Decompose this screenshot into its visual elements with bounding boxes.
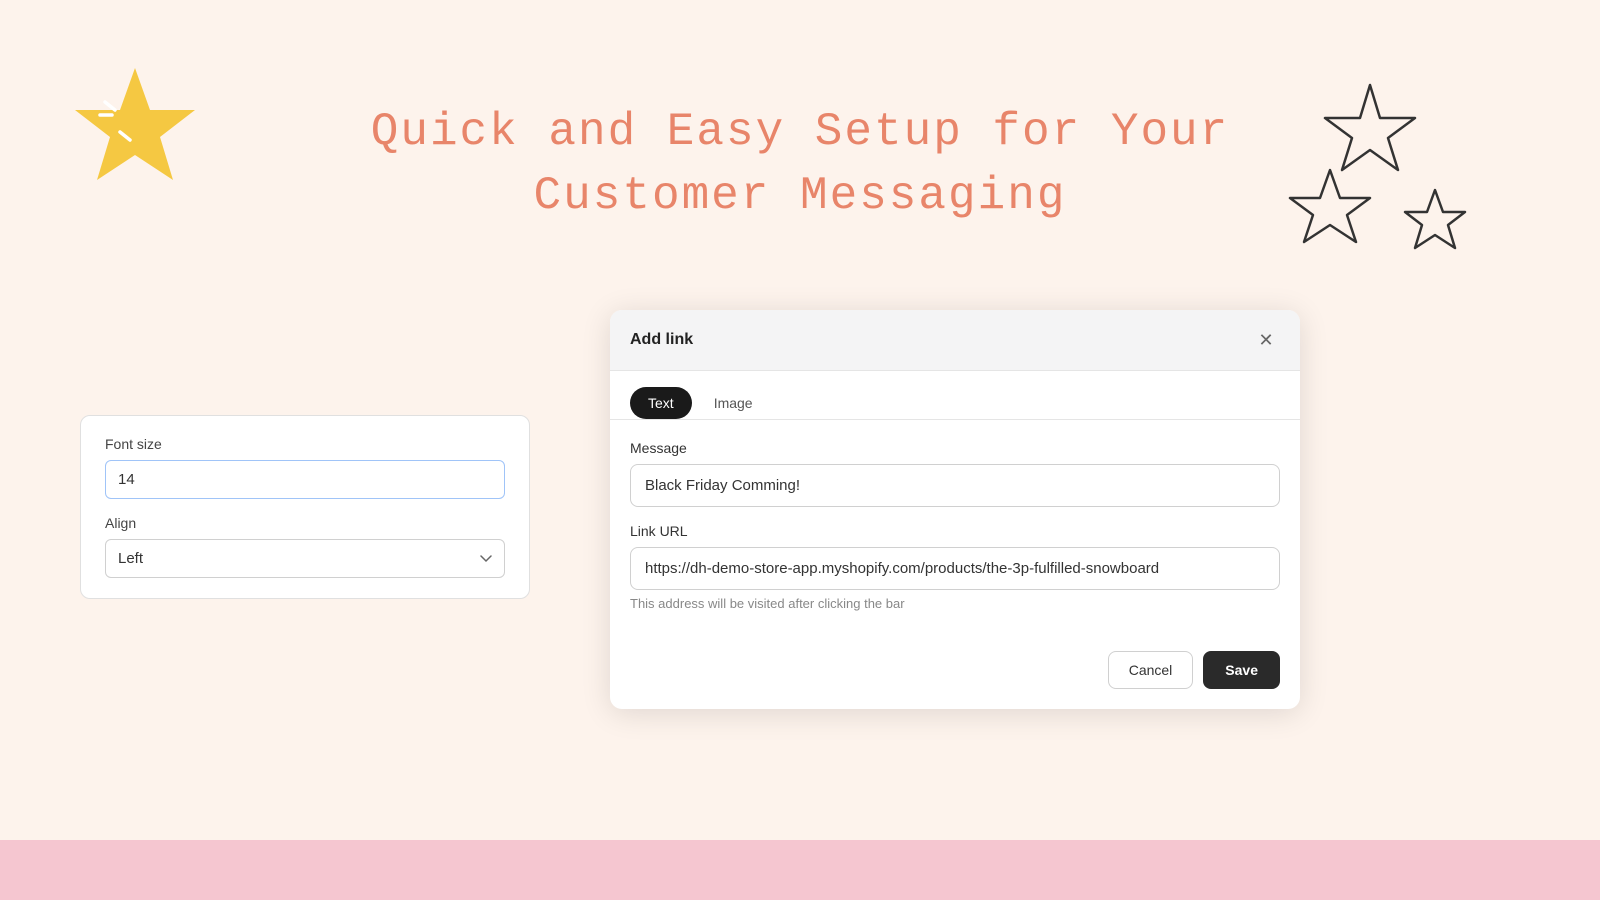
link-hint: This address will be visited after click… [630, 596, 1280, 611]
modal-tabs: Text Image [610, 371, 1300, 420]
page-title-container: Quick and Easy Setup for Your Customer M… [0, 100, 1600, 229]
title-line2: Customer Messaging [534, 170, 1067, 222]
modal-body: Message Link URL This address will be vi… [610, 420, 1300, 637]
font-size-label: Font size [105, 436, 505, 452]
tab-image[interactable]: Image [696, 387, 771, 419]
font-size-input[interactable] [105, 460, 505, 499]
page-title: Quick and Easy Setup for Your Customer M… [0, 100, 1600, 229]
tab-text[interactable]: Text [630, 387, 692, 419]
add-link-modal: Add link ✕ Text Image Message Link URL T… [610, 310, 1300, 709]
cancel-button[interactable]: Cancel [1108, 651, 1194, 689]
modal-title: Add link [630, 331, 693, 349]
message-label: Message [630, 440, 1280, 456]
save-button[interactable]: Save [1203, 651, 1280, 689]
bottom-bar [0, 840, 1600, 900]
link-url-label: Link URL [630, 523, 1280, 539]
modal-footer: Cancel Save [610, 637, 1300, 709]
modal-close-button[interactable]: ✕ [1252, 326, 1280, 354]
align-label: Align [105, 515, 505, 531]
title-line1: Quick and Easy Setup for Your [371, 106, 1230, 158]
font-panel: Font size Align Left Center Right [80, 415, 530, 599]
message-input[interactable] [630, 464, 1280, 507]
modal-header: Add link ✕ [610, 310, 1300, 371]
align-select[interactable]: Left Center Right [105, 539, 505, 578]
link-url-input[interactable] [630, 547, 1280, 590]
